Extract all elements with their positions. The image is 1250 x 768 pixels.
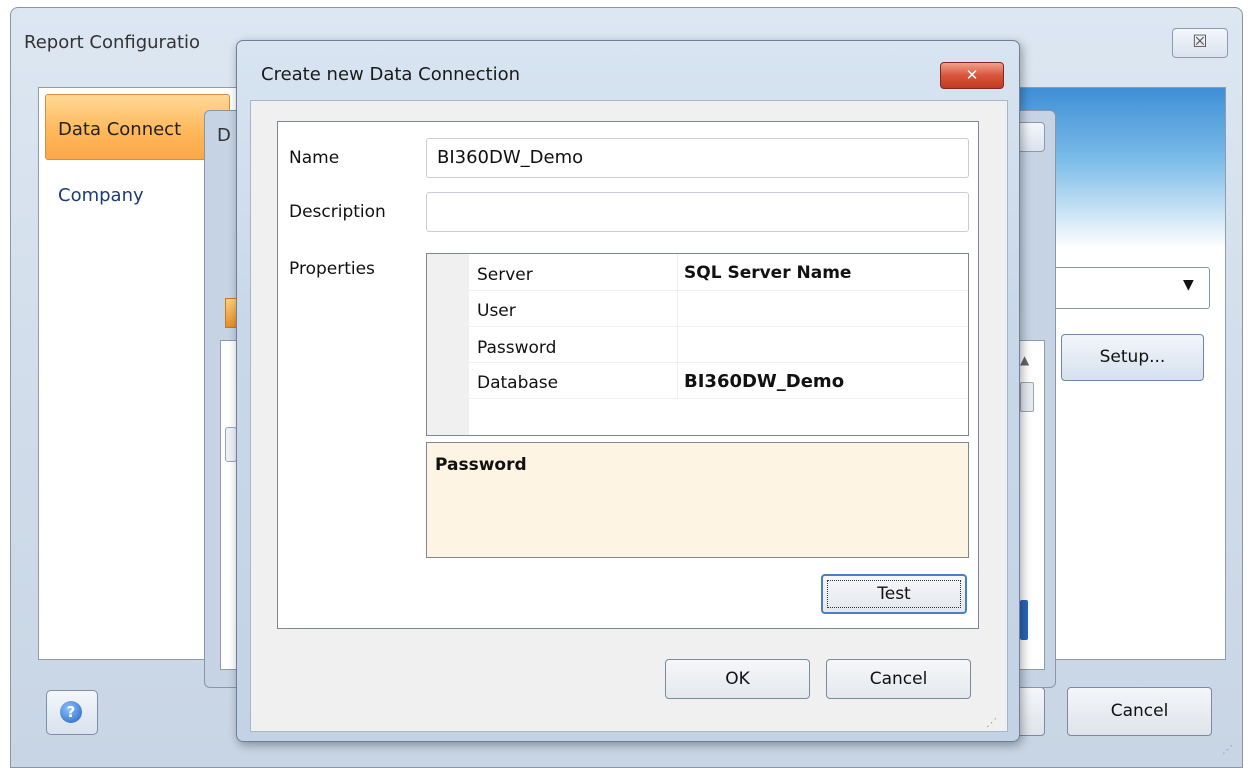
- window-close-button[interactable]: ☒: [1172, 28, 1228, 58]
- ok-button[interactable]: OK: [665, 659, 810, 699]
- sidebar-item-company[interactable]: Company: [58, 185, 144, 206]
- description-field[interactable]: [426, 192, 969, 232]
- close-icon[interactable]: ✕: [940, 62, 1004, 89]
- help-icon[interactable]: ?: [60, 701, 82, 723]
- default-button-edge[interactable]: [1020, 600, 1028, 640]
- cancel-button[interactable]: Cancel: [1067, 687, 1212, 736]
- properties-label: Properties: [289, 259, 375, 279]
- row-divider: [427, 398, 968, 399]
- row-gutter: [427, 290, 469, 326]
- resize-grip-icon[interactable]: ⋰: [1222, 743, 1233, 756]
- window-title: D: [217, 125, 231, 146]
- property-key: User: [477, 301, 516, 321]
- cancel-button[interactable]: Cancel: [826, 659, 971, 699]
- row-gutter: [427, 254, 469, 290]
- window-title: Report Configuratio: [24, 32, 201, 53]
- row-gutter: [427, 326, 469, 362]
- scrollbar-thumb[interactable]: [1020, 382, 1034, 412]
- property-key: Database: [477, 373, 559, 393]
- property-value[interactable]: SQL Server Name: [684, 263, 851, 283]
- dialog-title: Create new Data Connection: [261, 64, 521, 85]
- sidebar-item-label: Data Connect: [58, 119, 182, 140]
- row-gutter: [427, 362, 469, 398]
- setup-button[interactable]: Setup...: [1061, 334, 1204, 381]
- property-key: Password: [477, 338, 557, 358]
- name-label: Name: [289, 148, 340, 168]
- chevron-down-icon[interactable]: ▼: [1183, 277, 1194, 293]
- property-row-user[interactable]: [469, 290, 968, 326]
- property-key: Server: [477, 265, 533, 285]
- resize-grip-icon[interactable]: ⋰: [986, 716, 997, 729]
- property-description-title: Password: [435, 455, 527, 475]
- property-value[interactable]: BI360DW_Demo: [684, 371, 844, 392]
- scroll-up-icon[interactable]: ▲: [1020, 353, 1029, 367]
- row-gutter: [427, 398, 469, 435]
- focus-rectangle: [827, 580, 961, 608]
- name-field[interactable]: BI360DW_Demo: [426, 138, 969, 178]
- description-label: Description: [289, 202, 386, 222]
